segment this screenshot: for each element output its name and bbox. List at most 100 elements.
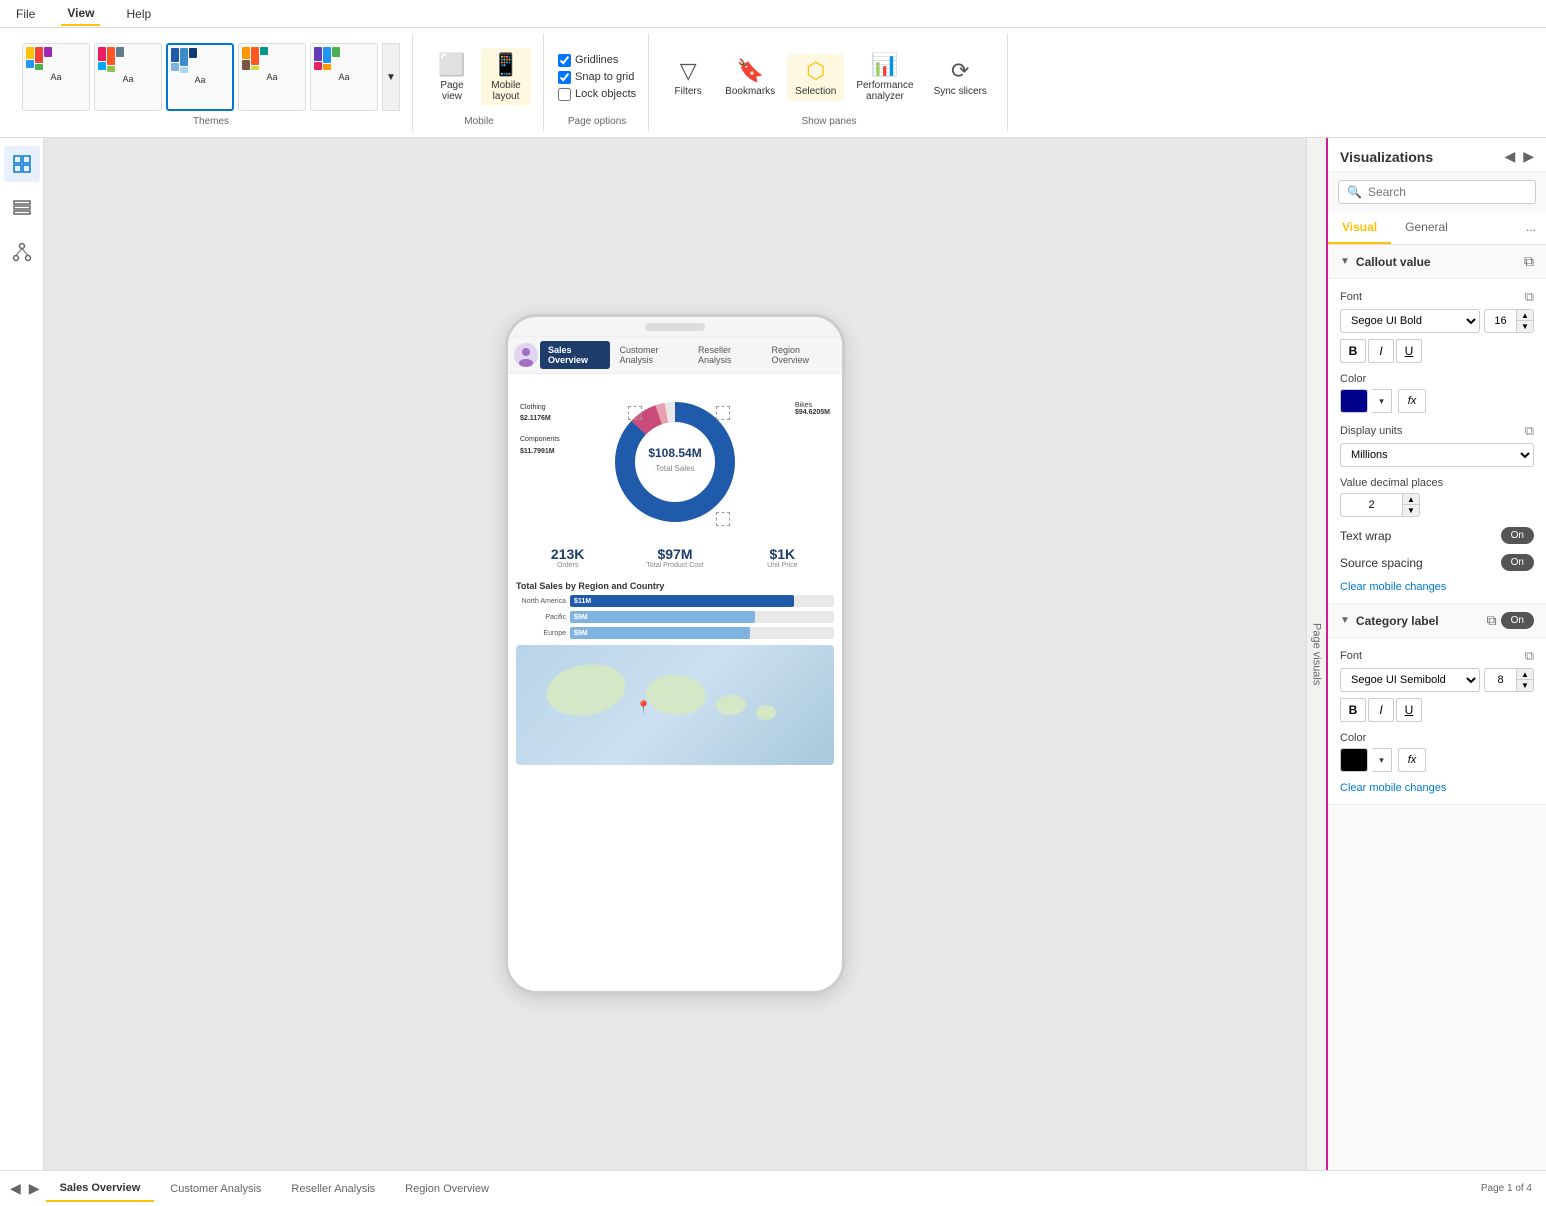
callout-color-dropdown[interactable]: ▾ <box>1372 389 1392 413</box>
nav-tab-reseller-analysis[interactable]: Reseller Analysis <box>690 341 763 369</box>
callout-font-size-input[interactable] <box>1485 312 1516 330</box>
nav-tab-sales-overview[interactable]: Sales Overview <box>540 341 610 369</box>
callout-bold-btn[interactable]: B <box>1340 339 1366 363</box>
page-options-label: Page options <box>568 116 626 131</box>
performance-analyzer-button[interactable]: 📊 Performanceanalyzer <box>848 48 921 106</box>
theme-item-2[interactable]: Aa <box>94 43 162 111</box>
category-color-row: ▾ fx <box>1340 748 1534 772</box>
category-color-swatch[interactable] <box>1340 748 1368 772</box>
category-color-fx-btn[interactable]: fx <box>1398 748 1426 772</box>
lock-objects-input[interactable] <box>558 88 571 101</box>
category-font-size-down[interactable]: ▼ <box>1517 680 1533 691</box>
category-font-size-up[interactable]: ▲ <box>1517 669 1533 680</box>
selection-handle-br <box>716 512 730 526</box>
tab-next-btn[interactable]: ▶ <box>25 1180 44 1197</box>
panel-expand-btn[interactable]: ▶ <box>1523 148 1534 165</box>
category-label-copy-icon[interactable]: ⧉ <box>1487 612 1497 629</box>
callout-value-title: Callout value <box>1356 255 1524 269</box>
menu-view[interactable]: View <box>61 2 100 26</box>
callout-value-copy-icon[interactable]: ⧉ <box>1524 253 1534 270</box>
map-pin: 📍 <box>636 700 651 714</box>
callout-value-section-header[interactable]: ▼ Callout value ⧉ <box>1328 245 1546 279</box>
callout-color-swatch[interactable] <box>1340 389 1368 413</box>
lock-objects-checkbox[interactable]: Lock objects <box>558 88 636 101</box>
report-nav: Sales Overview Customer Analysis Reselle… <box>508 337 842 374</box>
kpi-orders: 213K Orders <box>516 542 619 573</box>
theme-item-4[interactable]: Aa <box>238 43 306 111</box>
category-font-family-select[interactable]: Segoe UI Semibold Segoe UI Segoe UI Bold <box>1340 668 1480 692</box>
callout-display-units-select[interactable]: Millions Billions Thousands Auto <box>1340 443 1534 467</box>
category-label-toggle[interactable]: On <box>1501 612 1534 629</box>
callout-font-size-up[interactable]: ▲ <box>1517 310 1533 321</box>
menu-file[interactable]: File <box>10 3 41 25</box>
callout-decimal-places-input[interactable] <box>1341 496 1402 514</box>
svg-text:Total Sales: Total Sales <box>655 464 694 473</box>
snap-to-grid-input[interactable] <box>558 71 571 84</box>
left-nav-data-icon[interactable] <box>4 190 40 226</box>
category-font-row: Segoe UI Semibold Segoe UI Segoe UI Bold… <box>1340 668 1534 692</box>
mobile-layout-icon: 📱 <box>492 52 519 78</box>
theme-item-1[interactable]: Aa <box>22 43 90 111</box>
bottom-tab-region-overview[interactable]: Region Overview <box>391 1177 503 1201</box>
search-input[interactable] <box>1368 185 1527 199</box>
panel-collapse-btn[interactable]: ◀ <box>1504 148 1515 165</box>
gridlines-label: Gridlines <box>575 54 618 66</box>
callout-font-copy-icon[interactable]: ⧉ <box>1525 289 1534 305</box>
category-label-section-header[interactable]: ▼ Category label ⧉ On <box>1328 604 1546 638</box>
page-visuals-tab[interactable]: Page visuals <box>1306 138 1326 1170</box>
callout-display-units-copy-icon[interactable]: ⧉ <box>1525 423 1534 439</box>
category-italic-btn[interactable]: I <box>1368 698 1394 722</box>
left-nav-model-icon[interactable] <box>4 234 40 270</box>
selection-button[interactable]: ⬡ Selection <box>787 54 844 101</box>
tab-prev-btn[interactable]: ◀ <box>6 1180 25 1197</box>
callout-underline-btn[interactable]: U <box>1396 339 1422 363</box>
tab-visual[interactable]: Visual <box>1328 212 1391 244</box>
gridlines-input[interactable] <box>558 54 571 67</box>
nav-tab-customer-analysis[interactable]: Customer Analysis <box>611 341 688 369</box>
callout-source-spacing-toggle[interactable]: On <box>1501 554 1534 571</box>
canvas-area[interactable]: Sales Overview Customer Analysis Reselle… <box>44 138 1306 1170</box>
callout-value-body: Font ⧉ Segoe UI Bold Segoe UI Segoe UI S… <box>1328 279 1546 604</box>
callout-font-family-select[interactable]: Segoe UI Bold Segoe UI Segoe UI Semibold <box>1340 309 1480 333</box>
themes-more-button[interactable]: ▼ <box>382 43 400 111</box>
category-font-prop: Font ⧉ Segoe UI Semibold Segoe UI Segoe … <box>1340 648 1534 722</box>
left-nav-report-icon[interactable] <box>4 146 40 182</box>
bar-row-pacific: Pacific $9M <box>516 611 834 623</box>
menu-help[interactable]: Help <box>120 3 157 25</box>
category-font-size-input[interactable] <box>1485 671 1516 689</box>
theme-item-5[interactable]: Aa <box>310 43 378 111</box>
bottom-tab-customer-analysis[interactable]: Customer Analysis <box>156 1177 275 1201</box>
theme-item-3[interactable]: Aa <box>166 43 234 111</box>
callout-clear-mobile-link[interactable]: Clear mobile changes <box>1340 581 1534 593</box>
kpi-orders-value: 213K <box>518 546 617 562</box>
bottom-tab-reseller-analysis[interactable]: Reseller Analysis <box>277 1177 389 1201</box>
mobile-label: Mobile <box>464 116 493 131</box>
category-bold-btn[interactable]: B <box>1340 698 1366 722</box>
bookmarks-button[interactable]: 🔖 Bookmarks <box>717 54 783 101</box>
tab-more[interactable]: ... <box>1516 212 1546 244</box>
filters-button[interactable]: ▽ Filters <box>663 54 713 101</box>
bar-chart: North America $11M Pacific <box>516 595 834 639</box>
category-clear-mobile-link[interactable]: Clear mobile changes <box>1340 782 1534 794</box>
mobile-layout-button[interactable]: 📱 Mobilelayout <box>481 48 531 106</box>
page-view-button[interactable]: ⬜ Pageview <box>427 48 477 106</box>
callout-decimal-down[interactable]: ▼ <box>1403 505 1419 516</box>
gridlines-checkbox[interactable]: Gridlines <box>558 54 636 67</box>
snap-to-grid-checkbox[interactable]: Snap to grid <box>558 71 636 84</box>
callout-decimal-up[interactable]: ▲ <box>1403 494 1419 505</box>
checkbox-group: Gridlines Snap to grid Lock objects <box>558 46 636 109</box>
category-font-copy-icon[interactable]: ⧉ <box>1525 648 1534 664</box>
callout-color-fx-btn[interactable]: fx <box>1398 389 1426 413</box>
tab-general[interactable]: General <box>1391 212 1462 244</box>
bottom-tab-sales-overview[interactable]: Sales Overview <box>46 1176 155 1202</box>
ribbon-themes-section: Aa Aa <box>10 34 413 131</box>
panel-content: ▼ Callout value ⧉ Font ⧉ Segoe UI Bold S… <box>1328 245 1546 1170</box>
sync-slicers-button[interactable]: ⟳ Sync slicers <box>926 54 995 101</box>
category-color-dropdown[interactable]: ▾ <box>1372 748 1392 772</box>
nav-tab-region-overview[interactable]: Region Overview <box>763 341 836 369</box>
callout-text-wrap-toggle[interactable]: On <box>1501 527 1534 544</box>
callout-italic-btn[interactable]: I <box>1368 339 1394 363</box>
category-underline-btn[interactable]: U <box>1396 698 1422 722</box>
ribbon-checkboxes: Gridlines Snap to grid Lock objects <box>558 34 636 116</box>
callout-font-size-down[interactable]: ▼ <box>1517 321 1533 332</box>
